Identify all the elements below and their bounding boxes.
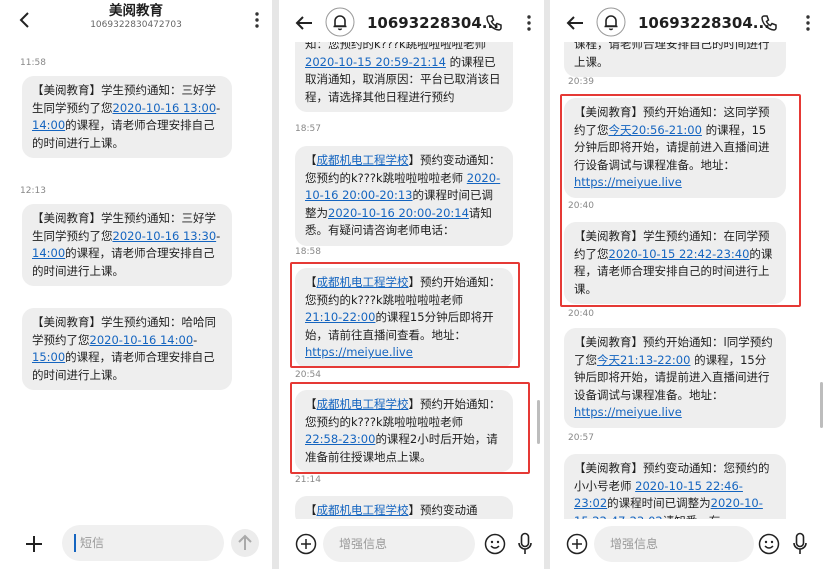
message-text: 知：您预约的k???k跳啦啦啦啦老师 bbox=[305, 42, 487, 51]
message-link[interactable]: https://meiyue.live bbox=[574, 405, 682, 419]
conversation-header: 美阅教育 10693228304727​03 bbox=[0, 0, 272, 40]
conversation-title: 美阅教育 10693228304727​03 bbox=[40, 3, 232, 31]
message-link[interactable]: 今天21:13-22:00 bbox=[597, 353, 690, 367]
input-placeholder: 短信 bbox=[80, 536, 105, 550]
message-link[interactable]: 14:00 bbox=[32, 118, 65, 132]
highlight-box bbox=[290, 382, 530, 474]
message-bubble[interactable]: 【美阅教育】学生预约通知：三好学生同学预约了您2020-10-16 13:30-… bbox=[22, 204, 232, 286]
message-bubble[interactable]: 【成都机电工程学校】预约变动通 bbox=[295, 496, 513, 519]
compose-bar: 增强信息 bbox=[550, 519, 827, 569]
message-input[interactable]: 短信 bbox=[62, 525, 224, 561]
message-text: - bbox=[193, 332, 198, 347]
add-attachment-icon[interactable] bbox=[295, 533, 317, 555]
scrollbar[interactable] bbox=[820, 382, 823, 428]
back-arrow-icon[interactable] bbox=[293, 12, 315, 34]
input-placeholder: 增强信息 bbox=[339, 537, 388, 551]
back-arrow-icon[interactable] bbox=[14, 9, 36, 31]
message-input[interactable]: 增强信息 bbox=[594, 526, 754, 562]
message-list[interactable]: 知：您预约的k???k跳啦啦啦啦老师 2020-10-15 20:59-21:1… bbox=[279, 42, 544, 519]
message-link[interactable]: 2020-10-16 13:00 bbox=[113, 101, 217, 115]
compose-bar: 增强信息 bbox=[279, 519, 544, 569]
scrollbar[interactable] bbox=[537, 400, 540, 444]
add-attachment-icon[interactable] bbox=[566, 533, 588, 555]
message-link[interactable]: 14:00 bbox=[32, 246, 65, 260]
conversation-panel-3: 10693228304... 课程，请老师合理安排自己的时间进行上课。 20:3… bbox=[550, 0, 827, 569]
message-input[interactable]: 增强信息 bbox=[323, 526, 475, 562]
contact-name: 美阅教育 bbox=[109, 3, 163, 19]
emoji-icon[interactable] bbox=[758, 533, 780, 555]
notification-bell-icon[interactable] bbox=[596, 7, 626, 37]
message-link[interactable]: 2020-10-16 13:30 bbox=[113, 229, 217, 243]
message-bubble[interactable]: 【美阅教育】预约开始通知：l同学预约了您今天21:13-22:00 的课程，15… bbox=[564, 328, 786, 428]
message-text: - bbox=[216, 100, 221, 115]
message-link[interactable]: 2020-10-16 14:00 bbox=[90, 333, 194, 347]
timestamp: 20:57 bbox=[568, 433, 594, 443]
message-link[interactable]: 2020-10-15 20:59-21:14 bbox=[305, 55, 446, 69]
conversation-panel-2: 10693228304... 知：您预约的k???k跳啦啦啦啦老师 2020-1… bbox=[279, 0, 544, 569]
text-cursor bbox=[74, 534, 76, 552]
panel-divider bbox=[272, 0, 279, 569]
highlight-box bbox=[290, 262, 520, 368]
timestamp: 20:39 bbox=[568, 77, 594, 87]
message-bubble[interactable]: 【美阅教育】预约变动通知：您预约的小小号老师 2020-10-15 22:46-… bbox=[564, 454, 786, 519]
timestamp: 18:57 bbox=[295, 124, 321, 134]
timestamp: 18:58 bbox=[295, 247, 321, 257]
more-options-icon[interactable] bbox=[805, 13, 811, 33]
contact-number: 10693228304... bbox=[367, 14, 499, 32]
timestamp: 20:40 bbox=[568, 309, 594, 319]
message-text: - bbox=[216, 228, 221, 243]
message-link[interactable]: 成都机电工程学校 bbox=[317, 153, 409, 167]
message-text: 【 bbox=[305, 153, 317, 167]
timestamp: 20:54 bbox=[295, 370, 321, 380]
message-link[interactable]: 成都机电工程学校 bbox=[317, 503, 409, 517]
contact-number: 10693228304... bbox=[638, 14, 770, 32]
compose-bar: 短信 bbox=[0, 519, 272, 569]
message-list[interactable]: 11:58 【美阅教育】学生预约通知：三好学生同学预约了您2020-10-16 … bbox=[0, 40, 272, 519]
message-text: 】预约变动通 bbox=[408, 503, 478, 517]
message-bubble[interactable]: 【美阅教育】学生预约通知：哈哈同学预约了您2020-10-16 14:00-15… bbox=[22, 308, 232, 390]
add-attachment-icon[interactable] bbox=[24, 534, 44, 554]
phone-call-icon[interactable] bbox=[760, 14, 778, 32]
microphone-icon[interactable] bbox=[517, 532, 533, 556]
timestamp: 11:58 bbox=[20, 58, 46, 68]
more-options-icon[interactable] bbox=[526, 13, 532, 33]
emoji-icon[interactable] bbox=[484, 533, 506, 555]
more-options-icon[interactable] bbox=[254, 10, 260, 30]
message-text: 的课程时间已调整为 bbox=[607, 496, 711, 510]
message-list[interactable]: 课程，请老师合理安排自己的时间进行上课。 20:39 【美阅教育】预约开始通知：… bbox=[550, 42, 827, 519]
phone-call-icon[interactable] bbox=[485, 14, 503, 32]
message-text: 【 bbox=[305, 503, 317, 517]
contact-number: 10693228304727​03 bbox=[90, 20, 182, 30]
microphone-icon[interactable] bbox=[792, 532, 808, 556]
notification-bell-icon[interactable] bbox=[325, 7, 355, 37]
conversation-header: 10693228304... bbox=[550, 0, 827, 40]
timestamp: 21:14 bbox=[295, 475, 321, 485]
message-bubble[interactable]: 【美阅教育】学生预约通知：三好学生同学预约了您2020-10-16 13:00-… bbox=[22, 76, 232, 158]
timestamp: 12:13 bbox=[20, 186, 46, 196]
highlight-box bbox=[560, 94, 801, 307]
conversation-panel-1: 美阅教育 10693228304727​03 11:58 【美阅教育】学生预约通… bbox=[0, 0, 272, 569]
conversation-header: 10693228304... bbox=[279, 0, 544, 40]
message-link[interactable]: 2020-10-16 20:00-20:14 bbox=[328, 206, 469, 220]
message-bubble[interactable]: 课程，请老师合理安排自己的时间进行上课。 bbox=[564, 42, 786, 77]
message-link[interactable]: 15:00 bbox=[32, 350, 65, 364]
message-bubble[interactable]: 知：您预约的k???k跳啦啦啦啦老师 2020-10-15 20:59-21:1… bbox=[295, 42, 513, 112]
message-text: 课程，请老师合理安排自己的时间进行上课。 bbox=[574, 42, 770, 69]
back-arrow-icon[interactable] bbox=[564, 12, 586, 34]
send-button[interactable] bbox=[230, 528, 260, 558]
message-bubble[interactable]: 【成都机电工程学校】预约变动通知：您预约的k???k跳啦啦啦啦老师 2020-1… bbox=[295, 146, 513, 246]
input-placeholder: 增强信息 bbox=[610, 537, 659, 551]
